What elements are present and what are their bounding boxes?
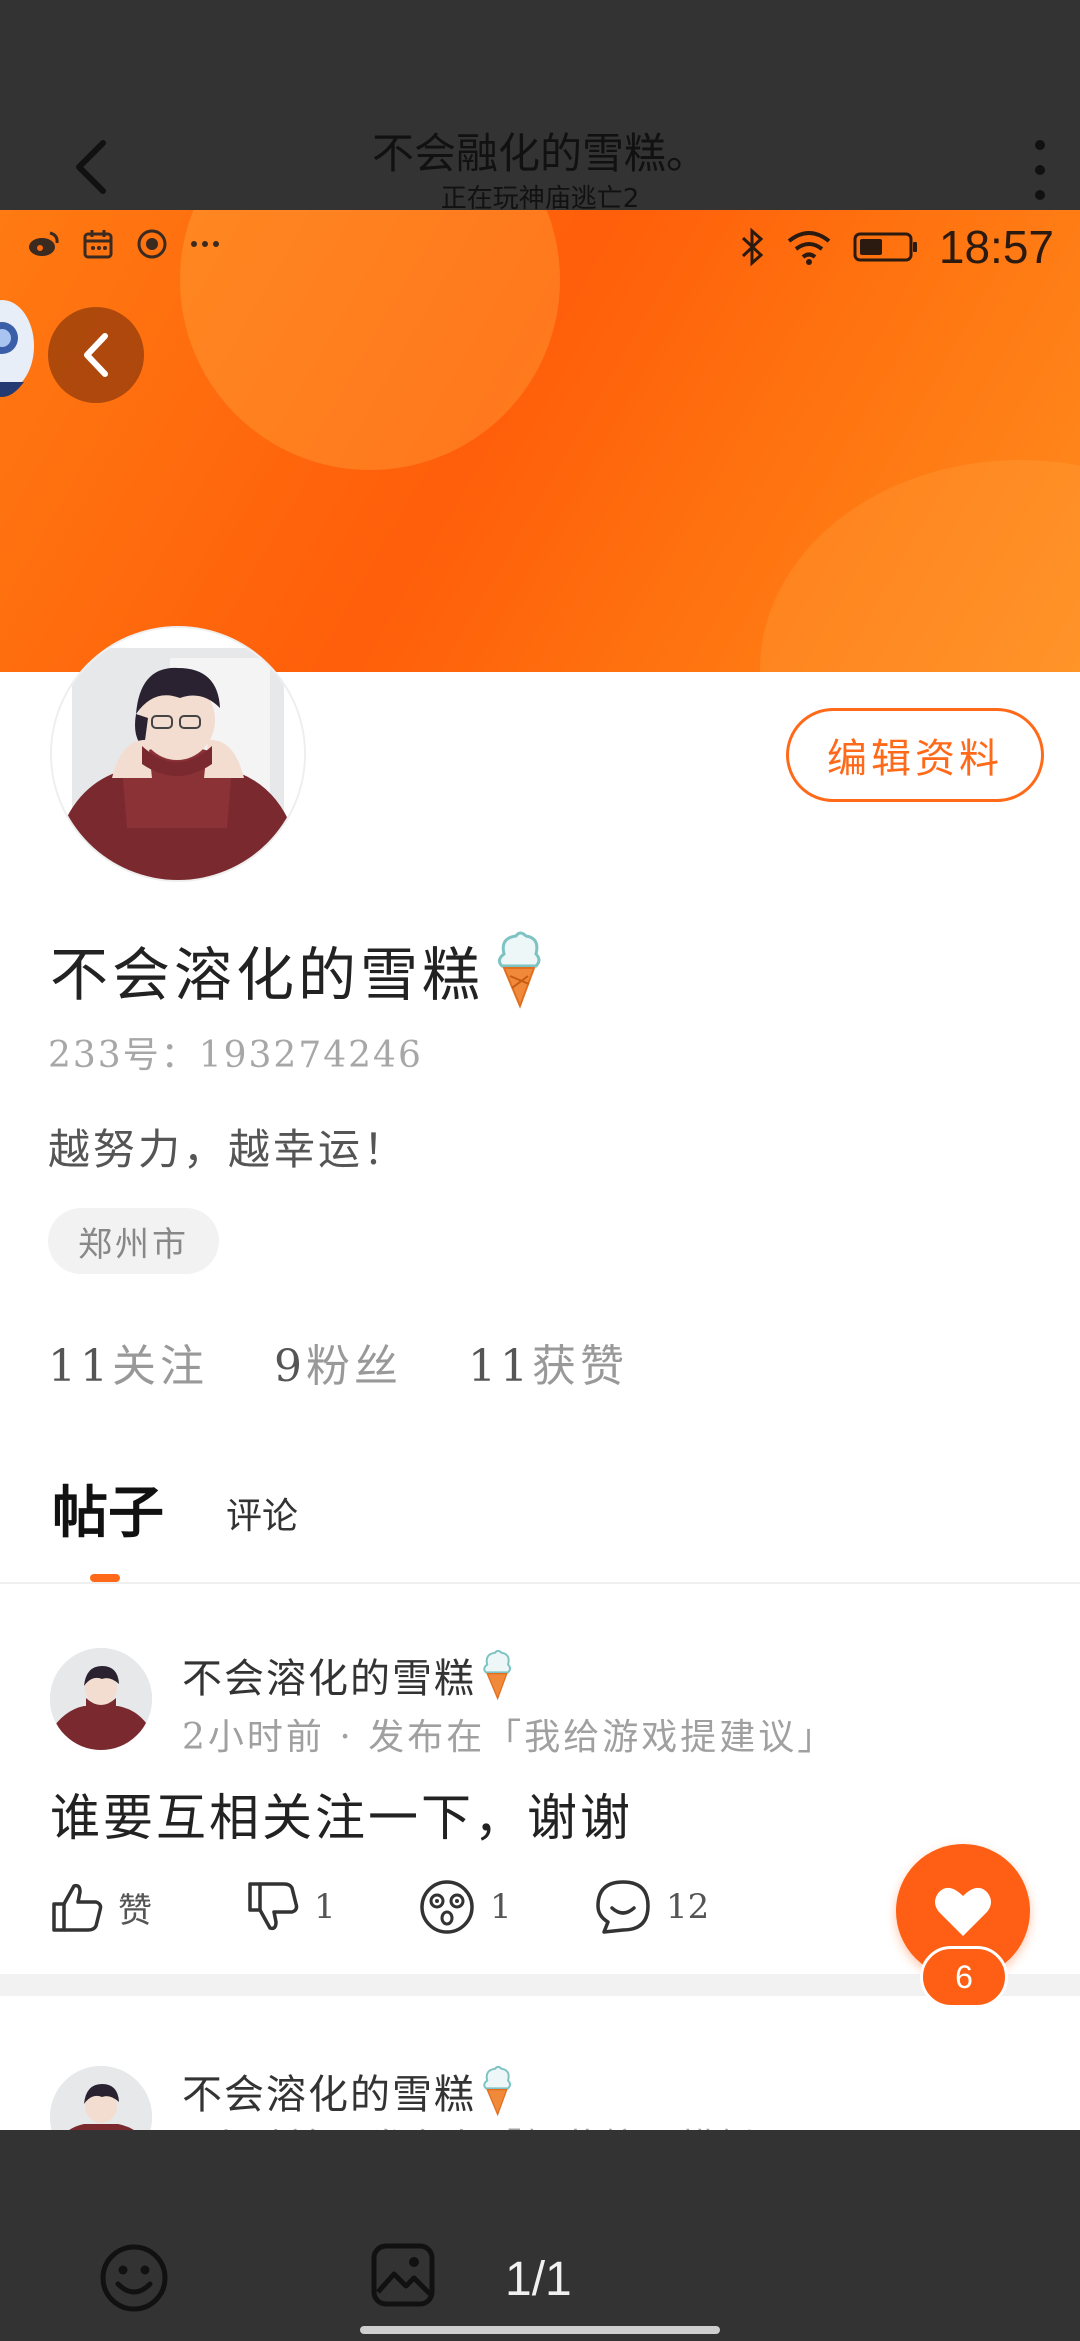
active-tab-indicator — [90, 1574, 120, 1582]
post-meta: 2小时前 · 发布在「我给游戏提建议」 — [182, 1717, 837, 1758]
wifi-icon — [787, 231, 831, 265]
followers-stat[interactable]: 9粉丝 — [274, 1330, 402, 1394]
thumbs-up-icon — [52, 1883, 103, 1932]
post-author-avatar[interactable] — [50, 1648, 152, 1750]
viewer-bottom-bar: 1/1 — [0, 2130, 1080, 2341]
like-count-badge: 6 — [920, 1946, 1008, 2008]
wow-reaction-button[interactable]: 1 — [418, 1878, 594, 1936]
image-button[interactable] — [370, 2242, 436, 2308]
profile-avatar[interactable] — [52, 628, 304, 880]
thumbs-down-icon — [248, 1882, 299, 1931]
profile-name-row: 不会溶化的雪糕 — [50, 928, 542, 1012]
status-bar: 18:57 — [0, 210, 1080, 290]
ice-cream-icon — [497, 931, 541, 1009]
comment-button[interactable]: 12 — [594, 1878, 709, 1936]
viewer-top-bar: 不会融化的雪糕。 正在玩神庙逃亡2 — [0, 0, 1080, 214]
emoji-button[interactable] — [98, 2242, 170, 2314]
post-author-row: 不会溶化的雪糕 — [182, 2062, 512, 2120]
profile-tabs: 帖子 评论 — [52, 1468, 298, 1549]
post-text: 谁要互相关注一下，谢谢 — [50, 1789, 633, 1847]
comment-count: 12 — [666, 1887, 710, 1927]
surprised-face-icon — [420, 1880, 474, 1934]
edit-profile-button[interactable]: 编辑资料 — [786, 708, 1044, 802]
viewer-title: 不会融化的雪糕。 — [371, 129, 708, 178]
battery-icon — [853, 232, 917, 262]
city-tag: 郑州市 — [48, 1208, 219, 1274]
dislike-button[interactable]: 1 — [246, 1880, 418, 1934]
post-author-name[interactable]: 不会溶化的雪糕 — [182, 1646, 476, 1704]
profile-stats: 11关注 9粉丝 11获赞 — [48, 1330, 628, 1394]
profile-name: 不会溶化的雪糕 — [50, 941, 485, 1009]
following-stat[interactable]: 11关注 — [48, 1330, 208, 1394]
tab-comments[interactable]: 评论 — [226, 1487, 298, 1549]
wow-count: 1 — [490, 1887, 512, 1927]
post-meta: 2小时前 · 发布在「樱花校园模拟器」 — [182, 2118, 836, 2130]
status-time: 18:57 — [938, 221, 1054, 273]
more-options-button[interactable] — [1030, 140, 1050, 200]
record-icon — [137, 229, 167, 259]
bluetooth-icon — [741, 227, 764, 267]
ice-cream-icon — [483, 2065, 512, 2117]
back-button[interactable] — [48, 307, 144, 403]
profile-screenshot: 18:57 编辑资料 不会溶化的雪糕 233号：193274246 越努力，越幸… — [0, 210, 1080, 2130]
image-icon — [371, 2243, 435, 2307]
post-author-name[interactable]: 不会溶化的雪糕 — [182, 2062, 476, 2120]
chevron-left-icon — [84, 333, 108, 377]
post-author-row: 不会溶化的雪糕 — [182, 1646, 512, 1704]
weibo-icon — [29, 231, 59, 256]
dot — [1035, 165, 1045, 175]
dislike-count: 1 — [314, 1887, 336, 1927]
like-button[interactable]: 赞 — [50, 1880, 246, 1934]
calendar-icon — [83, 230, 113, 259]
comment-bubble-icon — [596, 1880, 650, 1934]
likes-stat[interactable]: 11获赞 — [468, 1330, 628, 1394]
tab-posts[interactable]: 帖子 — [52, 1468, 164, 1549]
ice-cream-icon — [483, 1649, 512, 1701]
dot — [1035, 190, 1045, 200]
like-label: 赞 — [118, 1890, 152, 1931]
post-actions: 赞 1 1 12 — [50, 1878, 709, 1936]
more-dots-icon — [191, 241, 219, 247]
user-bio: 越努力，越幸运！ — [48, 1125, 409, 1174]
post-separator — [0, 1974, 1080, 1996]
dot — [1035, 140, 1045, 150]
divider — [0, 1582, 1080, 1584]
user-id: 233号：193274246 — [48, 1035, 423, 1076]
home-indicator[interactable] — [360, 2326, 720, 2334]
rocket-decoration-icon — [0, 298, 40, 418]
heart-icon — [935, 1887, 991, 1936]
post-author-avatar[interactable] — [50, 2066, 152, 2130]
post-item[interactable]: 不会溶化的雪糕 2小时前 · 发布在「樱花校园模拟器」 — [0, 1996, 1080, 2130]
smiley-icon — [100, 2244, 168, 2312]
page-indicator: 1/1 — [505, 2253, 572, 2306]
